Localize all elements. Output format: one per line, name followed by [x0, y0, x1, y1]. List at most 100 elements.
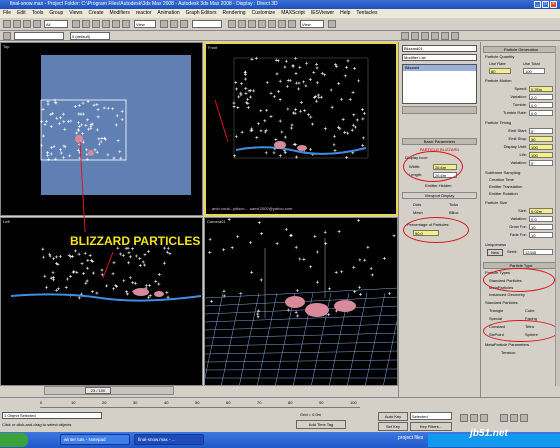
- use-total-radio[interactable]: Use Total: [523, 61, 540, 67]
- set-key-button[interactable]: Set Key: [378, 422, 408, 431]
- region-icon[interactable]: [92, 20, 100, 28]
- menu-item-modifiers[interactable]: Modifiers: [110, 10, 130, 16]
- menu-item-graph-editors[interactable]: Graph Editors: [186, 10, 217, 16]
- zoom-icon[interactable]: [500, 414, 508, 422]
- select-by-name-icon[interactable]: [82, 20, 90, 28]
- named-selection-combo[interactable]: [192, 20, 222, 28]
- add-time-tag-button[interactable]: Add Time Tag: [296, 420, 346, 429]
- menu-item-tools[interactable]: Tools: [32, 10, 44, 16]
- curve-editor-icon[interactable]: [258, 20, 266, 28]
- emitter-rotation-checkbox[interactable]: Emitter Rotation: [489, 191, 518, 197]
- goto-end-icon[interactable]: [480, 414, 488, 422]
- life-variation-spinner[interactable]: 0: [529, 160, 553, 166]
- menu-item-group[interactable]: Group: [49, 10, 63, 16]
- menu-item-customize[interactable]: Customize: [252, 10, 276, 16]
- menu-item-reactor[interactable]: reactor: [136, 10, 152, 16]
- mesh-radio[interactable]: Mesh: [413, 210, 423, 216]
- layer-icon[interactable]: [248, 20, 256, 28]
- utilities-tab-icon[interactable]: [451, 32, 459, 40]
- render-view-combo[interactable]: View: [300, 20, 324, 28]
- menu-item-iesviewer[interactable]: IESViewer: [311, 10, 334, 16]
- viewport-top[interactable]: Top: [0, 42, 203, 216]
- viewport-front[interactable]: Front arch coral...pdisco... .samt.2002@…: [204, 42, 398, 216]
- rate-spinner[interactable]: 80: [489, 68, 511, 74]
- undo-icon[interactable]: [3, 20, 11, 28]
- size-variation-spinner[interactable]: 0.0: [529, 216, 553, 222]
- new-seed-button[interactable]: New: [487, 249, 503, 256]
- menu-item-file[interactable]: File: [3, 10, 11, 16]
- viewport-camera[interactable]: Camera01: [204, 217, 398, 386]
- pan-icon[interactable]: [510, 414, 518, 422]
- triangle-radio[interactable]: Triangle: [489, 308, 503, 314]
- menu-item-tentacles[interactable]: Tentacles: [356, 10, 377, 16]
- fade-for-spinner[interactable]: 10: [529, 232, 553, 238]
- quick-render-icon[interactable]: [328, 20, 336, 28]
- stack-item[interactable]: Blizzard: [403, 65, 476, 71]
- display-until-spinner[interactable]: 100: [529, 144, 553, 150]
- link-icon[interactable]: [23, 20, 31, 28]
- ticks-radio[interactable]: Ticks: [449, 202, 458, 208]
- align-icon[interactable]: [238, 20, 246, 28]
- redo-icon[interactable]: [13, 20, 21, 28]
- use-rate-radio[interactable]: Use Rate: [489, 61, 506, 67]
- speed-spinner[interactable]: 0.25m: [529, 86, 553, 92]
- display-tab-icon[interactable]: [441, 32, 449, 40]
- select-icon[interactable]: [72, 20, 80, 28]
- play-icon[interactable]: [460, 414, 468, 422]
- maximize-button[interactable]: □: [542, 1, 549, 8]
- selection-filter-combo[interactable]: All: [44, 20, 68, 28]
- tumble-spinner[interactable]: 0.0: [529, 102, 553, 108]
- tray-project-files[interactable]: project files: [398, 435, 423, 441]
- track-bar[interactable]: 0 10 20 30 40 50 60 70 80 90 100: [40, 400, 360, 408]
- menu-item-maxscript[interactable]: MAXScript: [281, 10, 305, 16]
- create-tab-icon[interactable]: [401, 32, 409, 40]
- life-spinner[interactable]: 100: [529, 152, 553, 158]
- minimize-button[interactable]: _: [534, 1, 541, 8]
- emit-stop-spinner[interactable]: 30: [529, 136, 553, 142]
- mirror-icon[interactable]: [228, 20, 236, 28]
- basic-params-header[interactable]: Basic Parameters: [402, 138, 477, 145]
- taskbar-item-notepad[interactable]: winter tuts - Notepad: [60, 434, 130, 445]
- emitter-hidden-checkbox[interactable]: Emitter Hidden: [425, 183, 451, 189]
- emit-start-spinner[interactable]: 0: [529, 128, 553, 134]
- size-spinner[interactable]: 0.02m: [529, 208, 553, 214]
- render-setup-icon[interactable]: [288, 20, 296, 28]
- start-button[interactable]: [0, 433, 28, 447]
- scale-icon[interactable]: [122, 20, 130, 28]
- angle-snap-icon[interactable]: [180, 20, 188, 28]
- taskbar-item-3dsmax[interactable]: final-snow.max - ...: [134, 434, 204, 445]
- lock-icon[interactable]: [3, 32, 11, 40]
- cube-radio[interactable]: Cube: [525, 308, 535, 314]
- auto-key-button[interactable]: Auto Key: [378, 412, 408, 421]
- menu-item-create[interactable]: Create: [89, 10, 104, 16]
- time-slider-thumb[interactable]: 23 / 100: [85, 387, 111, 394]
- variation-spinner[interactable]: 2.0: [529, 94, 553, 100]
- pivot-icon[interactable]: [160, 20, 168, 28]
- menu-item-animation[interactable]: Animation: [157, 10, 179, 16]
- grow-for-spinner[interactable]: 10: [529, 224, 553, 230]
- particle-generation-header[interactable]: Particle Generation: [483, 46, 559, 53]
- bbox-radio[interactable]: BBox: [449, 210, 459, 216]
- unlink-icon[interactable]: [33, 20, 41, 28]
- hierarchy-tab-icon[interactable]: [421, 32, 429, 40]
- material-editor-icon[interactable]: [278, 20, 286, 28]
- selected-combo[interactable]: Selected: [410, 412, 452, 420]
- motion-tab-icon[interactable]: [431, 32, 439, 40]
- creation-time-checkbox[interactable]: Creation Time: [489, 177, 514, 183]
- move-icon[interactable]: [102, 20, 110, 28]
- selection-set-combo[interactable]: [14, 32, 64, 40]
- object-name-field[interactable]: Blizzard01: [402, 45, 477, 52]
- instanced-geometry-radio[interactable]: Instanced Geometry: [489, 292, 525, 298]
- menu-item-rendering[interactable]: Rendering: [223, 10, 246, 16]
- orbit-icon[interactable]: [520, 414, 528, 422]
- next-frame-icon[interactable]: [470, 414, 478, 422]
- emitter-translation-checkbox[interactable]: Emitter Translation: [489, 184, 522, 190]
- layer-combo[interactable]: 0 (default): [70, 32, 110, 40]
- time-slider[interactable]: 23 / 100: [44, 386, 174, 395]
- rotate-icon[interactable]: [112, 20, 120, 28]
- menu-item-help[interactable]: Help: [340, 10, 350, 16]
- modifier-list-combo[interactable]: Modifier List: [402, 54, 477, 61]
- reference-coord-combo[interactable]: View: [134, 20, 156, 28]
- seed-spinner[interactable]: 12345: [523, 249, 553, 255]
- modifier-stack[interactable]: Blizzard: [402, 64, 477, 104]
